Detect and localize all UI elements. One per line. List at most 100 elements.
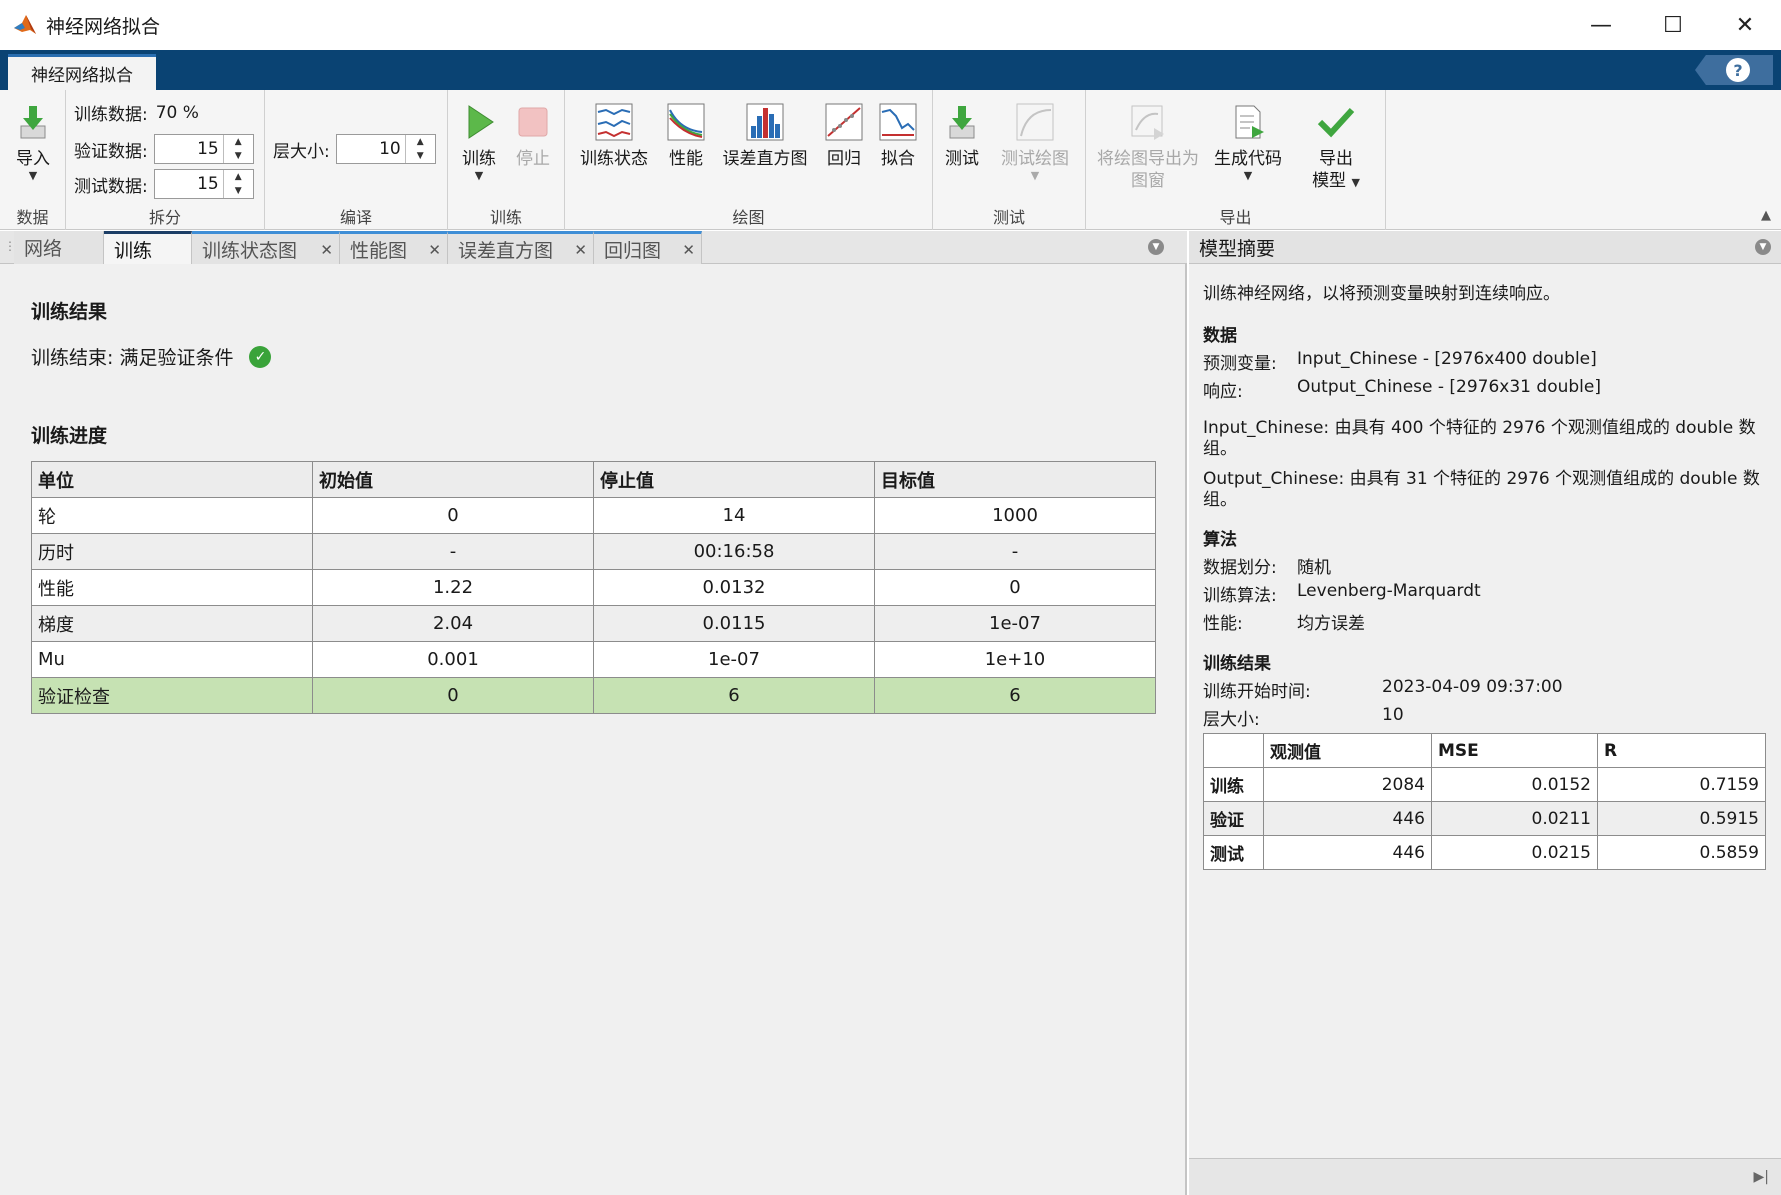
window-title: 神经网络拟合 — [46, 15, 161, 38]
results-table: 观测值 MSE R 训练 2084 0.0152 0.7159 验证 446 0… — [1203, 733, 1766, 870]
stop-icon — [513, 102, 553, 142]
output-description: Output_Chinese: 由具有 31 个特征的 2976 个观测值组成的… — [1203, 469, 1760, 489]
app-tab-strip: 神经网络拟合 ? — [0, 50, 1781, 90]
spin-down-icon[interactable]: ▼ — [224, 149, 253, 163]
summary-footer: ▶| — [1189, 1158, 1781, 1195]
table-row-validation-met: 验证检查 0 6 6 — [31, 677, 1156, 714]
close-tab-icon[interactable]: ✕ — [320, 241, 333, 259]
close-tab-icon[interactable]: ✕ — [428, 241, 441, 259]
layer-size-value: 10 — [1382, 705, 1404, 725]
training-progress-table: 单位 初始值 停止值 目标值 轮 0 14 1000 历时 - 00:16:58… — [31, 461, 1156, 714]
test-ratio-row: 测试数据: ▲ ▼ — [74, 169, 254, 199]
close-button[interactable]: ✕ — [1709, 0, 1781, 50]
export-figure-icon — [1128, 102, 1168, 142]
test-icon — [942, 102, 982, 142]
table-row: 训练 2084 0.0152 0.7159 — [1203, 767, 1766, 802]
title-bar: 神经网络拟合 — ☐ ✕ — [0, 0, 1781, 50]
stop-button[interactable]: 停止 — [508, 90, 558, 170]
table-header-row: 单位 初始值 停止值 目标值 — [31, 461, 1156, 498]
fit-button[interactable]: 拟合 — [873, 90, 923, 170]
tab-performance-plot[interactable]: 性能图 ✕ — [340, 231, 448, 264]
training-results-title: 训练结果 — [31, 301, 108, 323]
document-tabs: ⋮ 网络 训练 训练状态图 ✕ 性能图 ✕ 误差直方图 ✕ 回归图 ✕ ▼ — [0, 231, 1187, 264]
group-label-compile: 编译 — [339, 208, 372, 227]
column-header: R — [1597, 733, 1766, 768]
chevron-down-icon: ▼ — [474, 169, 484, 182]
predictor-value: Input_Chinese - [2976x400 double] — [1297, 349, 1597, 369]
error-histogram-button[interactable]: 误差直方图 — [715, 90, 815, 170]
collapse-toolstrip-icon[interactable]: ▲ — [1761, 208, 1771, 223]
group-label-export: 导出 — [1219, 208, 1252, 227]
model-summary-header: 模型摘要 ▼ — [1189, 231, 1781, 264]
summary-intro: 训练神经网络，以将预测变量映射到连续响应。 — [1203, 284, 1560, 304]
group-split: 训练数据: 70 % 验证数据: ▲ ▼ 测试数据: ▲ ▼ — [66, 90, 265, 230]
help-button[interactable]: ? — [1695, 55, 1773, 85]
success-check-icon: ✓ — [249, 345, 272, 368]
training-status: 训练结束: 满足验证条件 ✓ — [31, 343, 272, 370]
group-train: 训练 ▼ 停止 训练 — [448, 90, 565, 230]
column-header: 单位 — [31, 461, 313, 498]
collapse-panel-icon[interactable]: ▶| — [1754, 1169, 1769, 1185]
help-icon: ? — [1726, 58, 1750, 82]
table-row: 历时 - 00:16:58 - — [31, 533, 1156, 570]
training-progress-title: 训练进度 — [31, 425, 108, 447]
model-summary-panel: 模型摘要 ▼ 训练神经网络，以将预测变量映射到连续响应。 数据 预测变量: In… — [1189, 231, 1781, 1195]
generate-code-button[interactable]: 生成代码 ▼ — [1208, 90, 1288, 182]
table-header-row: 观测值 MSE R — [1203, 733, 1766, 768]
close-tab-icon[interactable]: ✕ — [574, 241, 587, 259]
group-label-split: 拆分 — [148, 208, 181, 227]
checkmark-icon — [1316, 102, 1356, 142]
test-button[interactable]: 测试 — [937, 90, 987, 170]
column-header: 观测值 — [1263, 733, 1432, 768]
tab-regression-plot[interactable]: 回归图 ✕ — [594, 231, 702, 264]
spin-down-icon[interactable]: ▼ — [224, 184, 253, 198]
group-plots: 训练状态 性能 误差直方图 回归 拟合 绘图 — [565, 90, 933, 230]
group-label-data: 数据 — [16, 208, 49, 227]
val-ratio-spinner[interactable]: ▲ ▼ — [153, 134, 254, 164]
group-label-plots: 绘图 — [732, 208, 765, 227]
export-model-button[interactable]: 导出 模型 ▼ — [1296, 90, 1376, 192]
import-button[interactable]: 导入 ▼ — [8, 90, 58, 182]
summary-results-title: 训练结果 — [1203, 654, 1271, 674]
tab-neural-net-fitting[interactable]: 神经网络拟合 — [8, 54, 156, 90]
minimize-button[interactable]: — — [1565, 0, 1637, 50]
close-tab-icon[interactable]: ✕ — [682, 241, 695, 259]
regression-button[interactable]: 回归 — [819, 90, 869, 170]
spin-up-icon[interactable]: ▲ — [224, 135, 253, 149]
column-header: 初始值 — [312, 461, 594, 498]
response-value: Output_Chinese - [2976x31 double] — [1297, 377, 1601, 397]
tab-error-histogram[interactable]: 误差直方图 ✕ — [448, 231, 594, 264]
play-icon — [459, 102, 499, 142]
spin-down-icon[interactable]: ▼ — [406, 149, 435, 163]
column-header: MSE — [1431, 733, 1598, 768]
panel-menu-icon[interactable]: ▼ — [1755, 239, 1771, 255]
val-ratio-row: 验证数据: ▲ ▼ — [74, 134, 254, 164]
test-ratio-spinner[interactable]: ▲ ▼ — [153, 169, 254, 199]
training-state-button[interactable]: 训练状态 — [575, 90, 653, 170]
train-ratio-value: 70 % — [155, 102, 199, 123]
tab-network[interactable]: 网络 — [14, 231, 104, 264]
table-row: 梯度 2.04 0.0115 1e-07 — [31, 605, 1156, 642]
maximize-button[interactable]: ☐ — [1637, 0, 1709, 50]
performance-value: 均方误差 — [1297, 614, 1365, 634]
test-plot-button[interactable]: 测试绘图 ▼ — [993, 90, 1077, 182]
panel-menu-icon[interactable]: ▼ — [1148, 239, 1164, 255]
test-ratio-input[interactable] — [158, 171, 219, 197]
tab-training[interactable]: 训练 — [104, 231, 192, 264]
layer-size-input[interactable] — [340, 136, 401, 162]
fit-plot-icon — [878, 102, 918, 142]
regression-plot-icon — [824, 102, 864, 142]
layer-size-spinner[interactable]: ▲ ▼ — [335, 134, 436, 164]
spin-up-icon[interactable]: ▲ — [406, 135, 435, 149]
spin-up-icon[interactable]: ▲ — [224, 170, 253, 184]
training-state-plot-icon — [594, 102, 634, 142]
performance-button[interactable]: 性能 — [661, 90, 711, 170]
drag-handle-icon[interactable]: ⋮ — [4, 239, 16, 257]
val-ratio-input[interactable] — [158, 136, 219, 162]
matlab-logo-icon — [12, 12, 38, 38]
group-compile: 层大小: ▲ ▼ 编译 — [265, 90, 448, 230]
tab-training-state-plot[interactable]: 训练状态图 ✕ — [192, 231, 340, 264]
export-plot-button[interactable]: 将绘图导出为 图窗 — [1092, 90, 1204, 192]
train-button[interactable]: 训练 ▼ — [454, 90, 504, 182]
column-header: 目标值 — [874, 461, 1156, 498]
